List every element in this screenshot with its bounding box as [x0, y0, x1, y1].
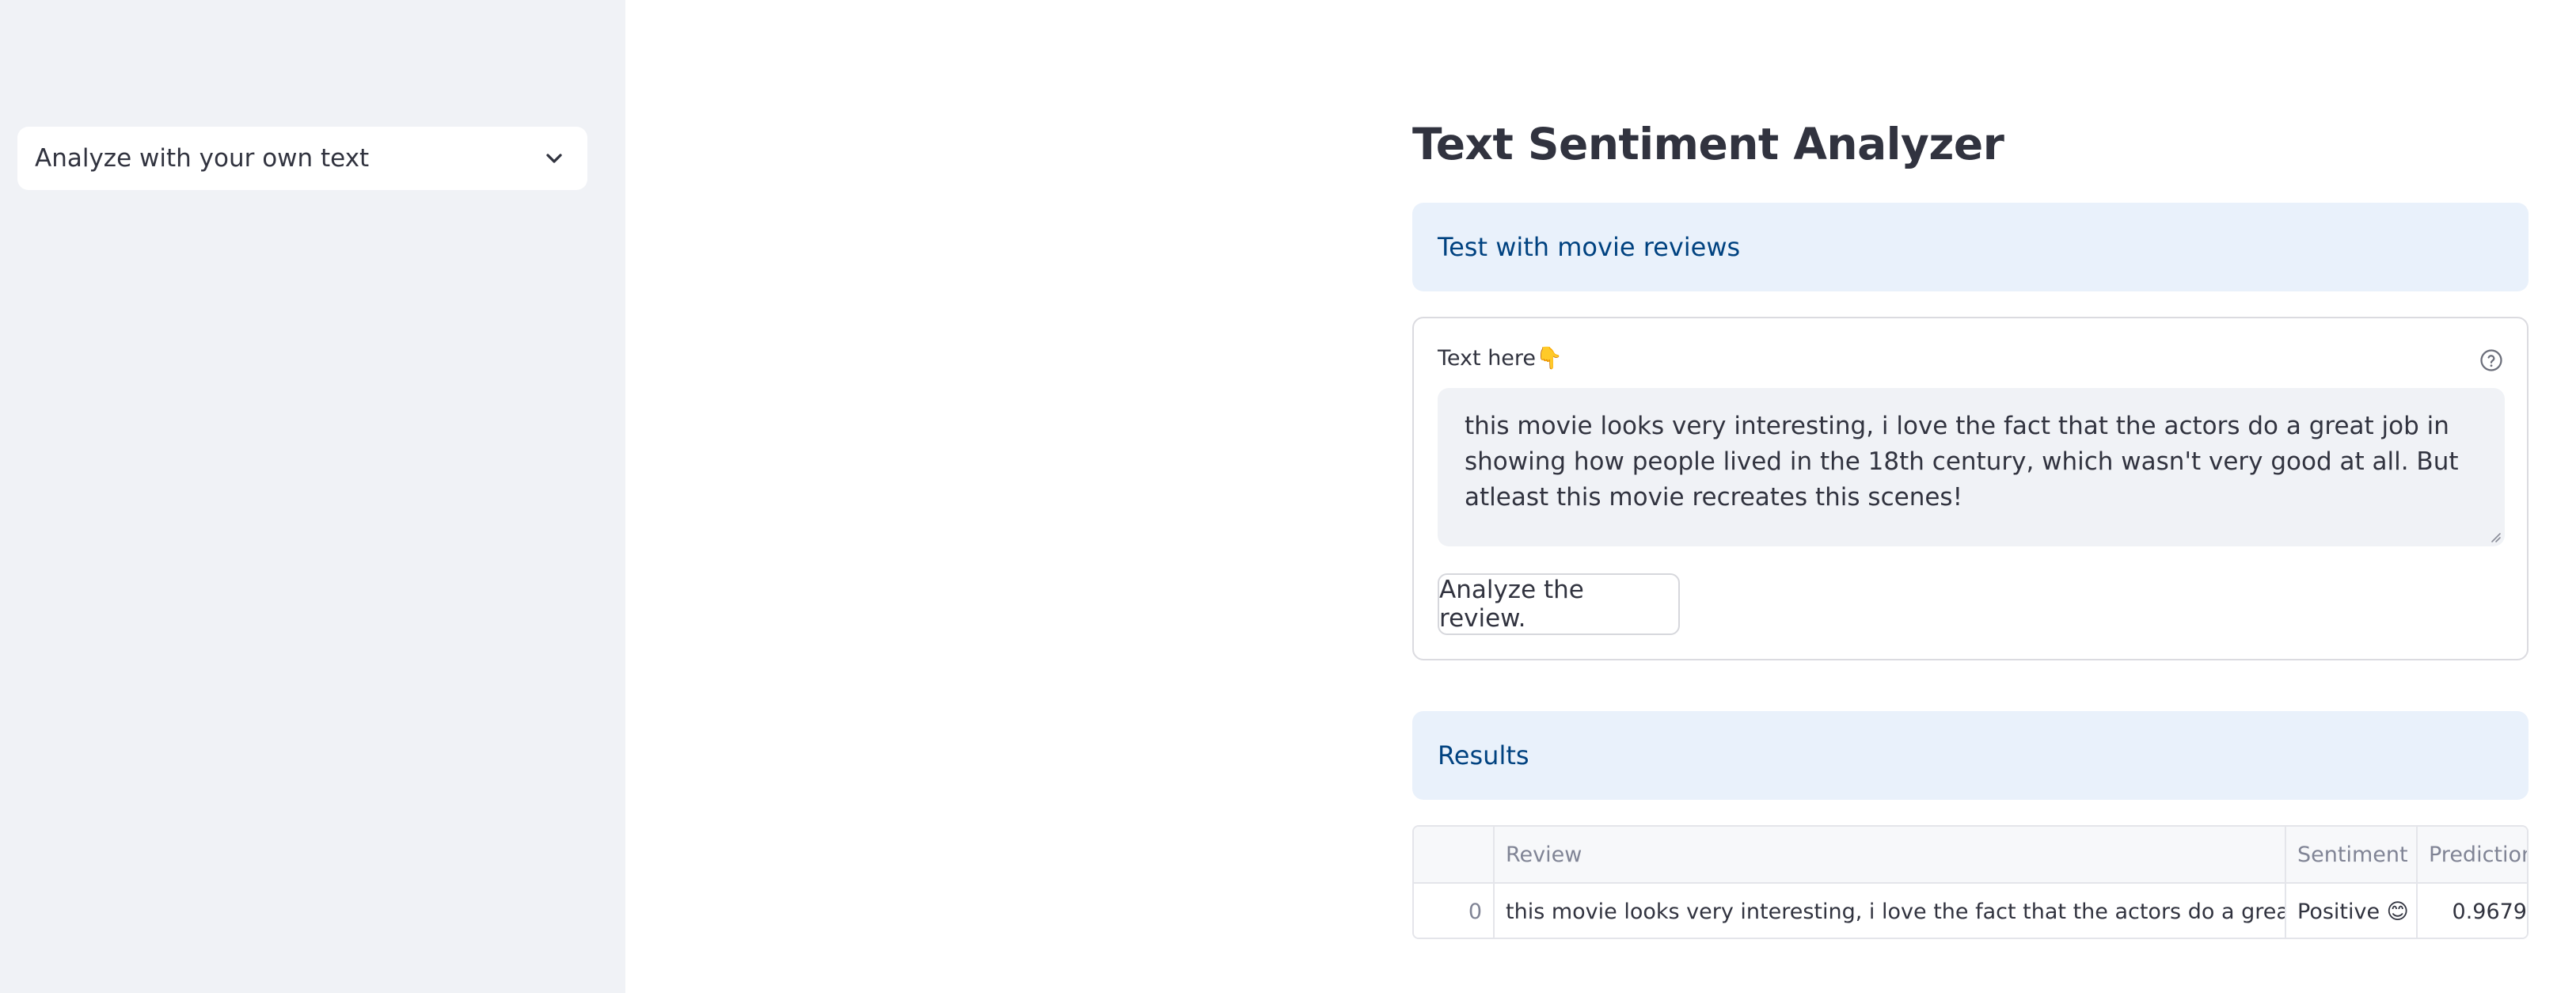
- analyze-review-button-label: Analyze the review.: [1439, 576, 1584, 633]
- sidebar: Analyze with your own text: [0, 0, 625, 993]
- text-field-label: Text here👇: [1438, 346, 1563, 371]
- column-header-index[interactable]: [1414, 827, 1495, 882]
- column-header-prediction[interactable]: Prediction: [2418, 827, 2527, 882]
- prediction-cell[interactable]: 0.9679: [2418, 884, 2527, 938]
- page-title: Text Sentiment Analyzer: [1412, 119, 2004, 169]
- movie-reviews-info: Test with movie reviews: [1412, 203, 2529, 291]
- chevron-down-icon: [546, 154, 562, 163]
- resize-handle-icon[interactable]: [2489, 531, 2502, 543]
- results-info: Results: [1412, 711, 2529, 800]
- mode-select[interactable]: Analyze with your own text: [17, 127, 587, 190]
- question-circle-icon[interactable]: [2479, 348, 2503, 372]
- table-row: 0 this movie looks very interesting, i l…: [1414, 884, 2527, 938]
- column-header-review[interactable]: Review: [1495, 827, 2286, 882]
- analyze-review-button[interactable]: Analyze the review.: [1438, 573, 1680, 635]
- movie-reviews-info-text: Test with movie reviews: [1438, 232, 1741, 262]
- row-index[interactable]: 0: [1414, 884, 1495, 938]
- table-header-row: Review Sentiment Prediction: [1414, 827, 2527, 884]
- review-cell[interactable]: this movie looks very interesting, i lov…: [1495, 884, 2286, 938]
- results-table[interactable]: Review Sentiment Prediction 0 this movie…: [1412, 825, 2529, 939]
- review-textarea-value: this movie looks very interesting, i lov…: [1465, 412, 2459, 512]
- review-form: Text here👇 this movie looks very interes…: [1412, 317, 2529, 660]
- review-textarea[interactable]: this movie looks very interesting, i lov…: [1438, 388, 2505, 546]
- sentiment-cell[interactable]: Positive 😊: [2286, 884, 2418, 938]
- column-header-sentiment[interactable]: Sentiment: [2286, 827, 2418, 882]
- mode-select-value: Analyze with your own text: [35, 144, 370, 173]
- results-info-text: Results: [1438, 740, 1529, 770]
